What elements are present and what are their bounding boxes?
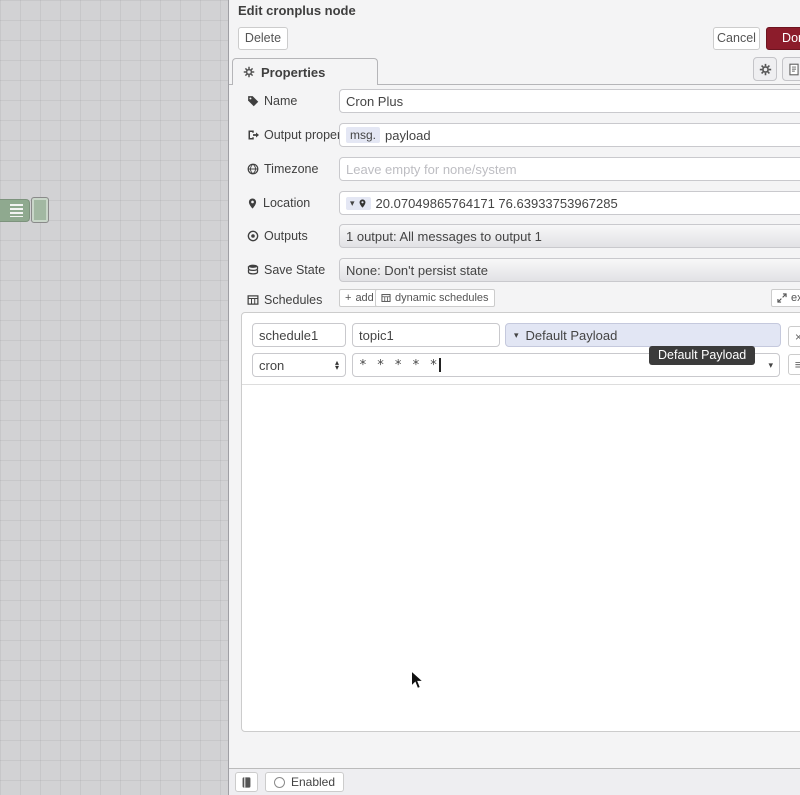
cancel-button[interactable]: Cancel [713,27,760,50]
add-schedule-button[interactable]: + add [339,289,380,307]
remove-schedule-button[interactable]: × [788,326,800,347]
save-state-select[interactable]: None: Don't persist state [339,258,800,282]
chevron-down-icon: ▾ [350,199,355,208]
hamburger-icon: ≡ [795,357,800,372]
schedule-name-input[interactable] [252,323,346,347]
database-icon [247,264,259,276]
msg-prefix-chip[interactable]: msg. [346,127,380,143]
delete-button[interactable]: Delete [238,27,288,50]
schedule-menu-button[interactable]: ≡ [788,354,800,375]
flow-workspace [0,0,228,795]
node-enabled-toggle[interactable]: Enabled [265,772,344,792]
grid-icon [381,293,391,303]
document-icon [788,63,800,76]
tab-properties[interactable]: Properties [232,58,378,85]
expand-schedules-button[interactable]: expand [771,289,800,307]
timezone-label-row: Timezone [247,157,339,181]
schedule-payload-type: Default Payload [526,328,618,343]
tooltip: Default Payload [649,346,755,365]
schedule-payload-typedinput[interactable]: ▾ Default Payload [505,323,781,347]
dialog-title: Edit cronplus node [238,2,356,20]
schedule-topic-input[interactable] [352,323,500,347]
globe-icon [247,163,259,175]
map-marker-icon [358,198,367,209]
tag-icon [247,95,259,107]
book-icon [241,776,252,789]
list-icon [10,204,23,217]
output-property-value: payload [385,128,431,143]
sign-out-icon [247,129,259,141]
location-type-chip[interactable]: ▾ [346,197,371,210]
output-property-label: Output property [264,128,351,142]
expression-value: * * * * * [359,358,438,373]
table-icon [247,294,259,306]
text-cursor [439,358,441,372]
dynamic-schedules-button[interactable]: dynamic schedules [375,289,495,307]
close-icon: × [795,330,800,344]
outputs-label-row: Outputs [247,224,339,248]
up-down-arrows-icon: ▴▾ [335,360,339,370]
node-settings-button[interactable] [753,57,777,81]
schedule-list: ▾ Default Payload × cron ▴▾ * * * * * ▾ … [241,312,800,732]
node-description-button[interactable] [782,57,800,81]
expand-icon [777,293,787,303]
name-label: Name [264,94,297,108]
schedules-label-row: Schedules [247,288,339,312]
expand-schedules-label: expand [791,292,800,304]
node-help-button[interactable] [235,772,258,792]
timezone-label: Timezone [264,162,318,176]
output-property-label-row: Output property [247,123,339,147]
dialog-footer: Enabled [229,768,800,795]
flow-node[interactable] [0,199,30,222]
save-state-label: Save State [264,263,325,277]
gear-icon [243,66,255,78]
tab-properties-label: Properties [261,65,325,80]
done-button[interactable]: Done [766,27,800,50]
outputs-value: 1 output: All messages to output 1 [346,229,542,244]
location-input[interactable]: ▾ 20.07049865764171 76.63933753967285 [339,191,800,215]
gear-icon [759,63,772,76]
location-label-row: Location [247,191,339,215]
dot-circle-icon [247,230,259,242]
schedule-type-value: cron [259,358,284,373]
name-label-row: Name [247,89,339,113]
flow-node-toggle-button[interactable] [31,197,49,223]
output-property-input[interactable]: msg. payload [339,123,800,147]
enabled-label: Enabled [291,775,335,789]
outputs-select[interactable]: 1 output: All messages to output 1 [339,224,800,248]
plus-icon: + [345,292,351,304]
chevron-down-icon: ▾ [514,331,519,340]
location-label: Location [263,196,310,210]
name-input[interactable] [339,89,800,113]
edit-cronplus-dialog: Edit cronplus node Delete Cancel Done Pr… [228,0,800,795]
schedule-type-select[interactable]: cron ▴▾ [252,353,346,377]
location-value: 20.07049865764171 76.63933753967285 [376,196,618,211]
save-state-label-row: Save State [247,258,339,282]
save-state-value: None: Don't persist state [346,263,488,278]
add-schedule-label: add [355,292,373,304]
timezone-input[interactable] [339,157,800,181]
map-marker-icon [247,197,258,210]
dynamic-schedules-label: dynamic schedules [395,292,489,304]
schedules-label: Schedules [264,293,322,307]
chevron-down-icon[interactable]: ▾ [762,361,773,370]
circle-icon [274,777,285,788]
outputs-label: Outputs [264,229,308,243]
